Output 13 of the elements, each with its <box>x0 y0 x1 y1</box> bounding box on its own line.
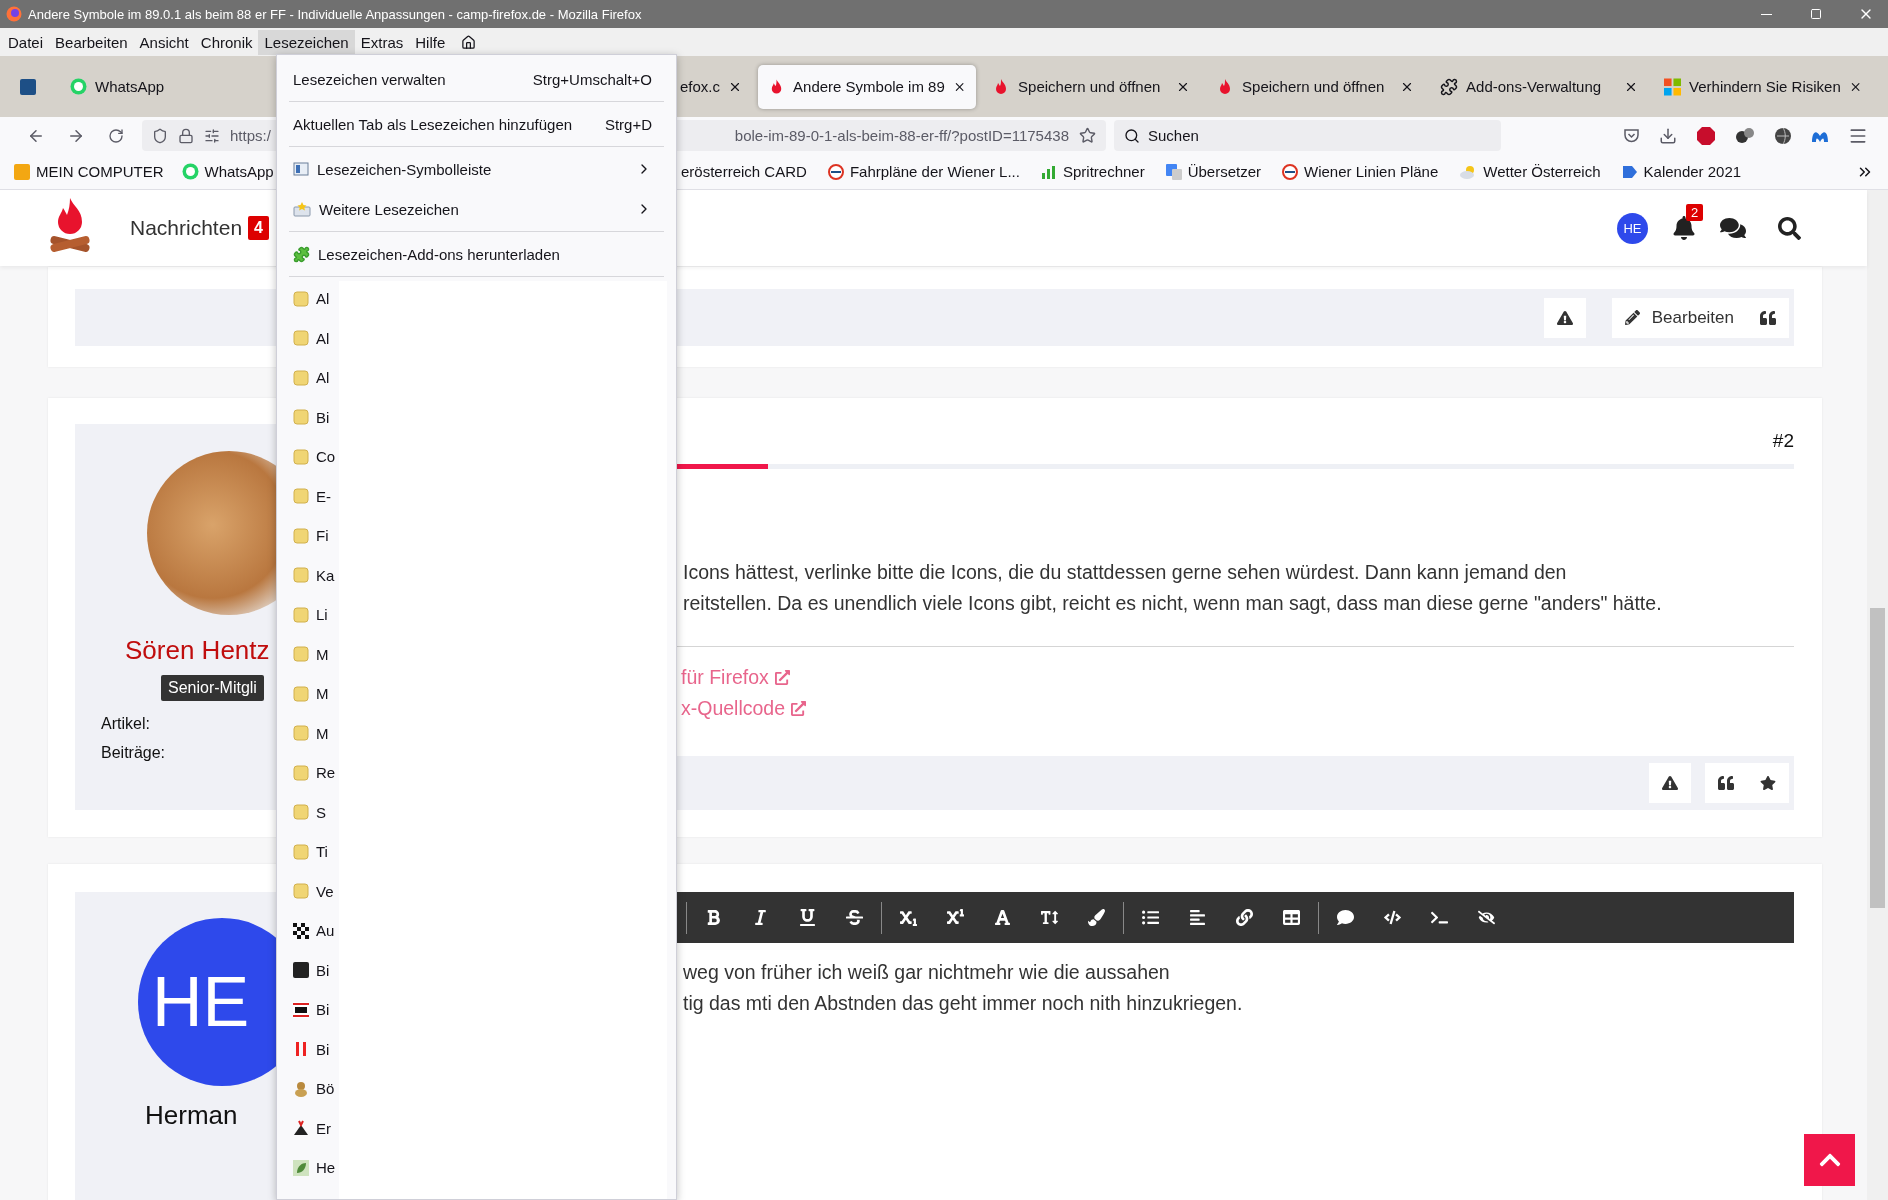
author-name: Herman <box>145 1100 239 1131</box>
shortcut-text: Strg+D <box>604 115 652 133</box>
count-badge: 4 <box>248 216 269 240</box>
url-text: bole-im-89-0-1-als-beim-88-er-ff/?postID=1175438 <box>734 127 1069 144</box>
shortcut-text: Strg+Umschalt+O <box>532 70 652 88</box>
post-text: Icons hättest, verlinke bitte die Icons, die du stattdessen gerne sehen würdest. Dann kann jemand den reitstellen. Da es unendlich viele Icons gibt, reicht es nicht, wenn man sagt, dass man diese gerne "anders" hätte. <box>683 560 1663 616</box>
stat-label: Artikel: <box>101 715 151 733</box>
window-title: Andere Symbole im 89.0.1 als beim 88 er FF - Individuelle Anpassungen - camp-firefox.de - Mozilla Firefox <box>28 6 643 22</box>
notification-badge: 2 <box>1686 204 1704 221</box>
url-text: https:/ <box>230 127 271 144</box>
rank-label: Senior-Mitgli <box>161 675 264 701</box>
avatar-initials: HE <box>152 962 250 1042</box>
stat-label: Beiträge: <box>101 744 167 762</box>
